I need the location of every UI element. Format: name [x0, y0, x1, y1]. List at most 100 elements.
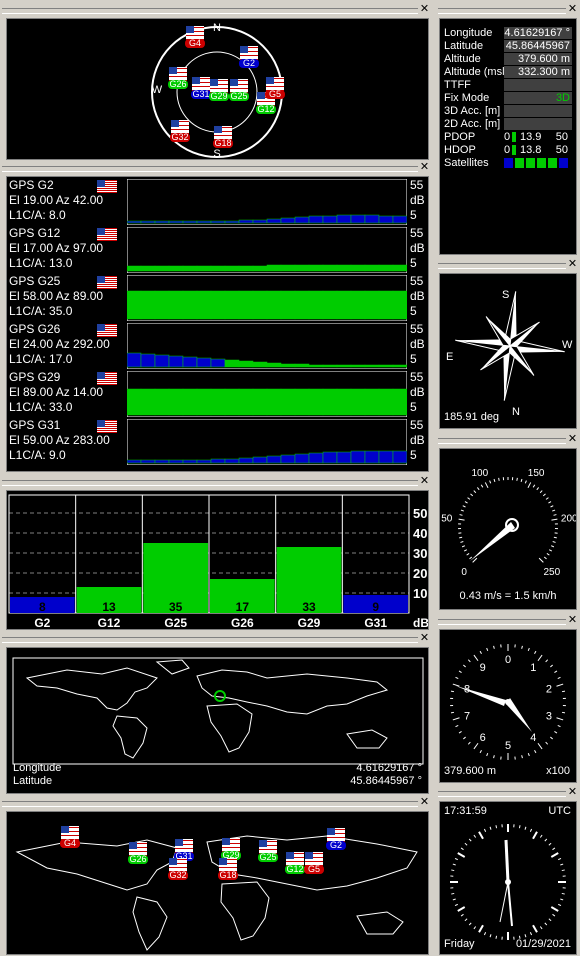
close-icon[interactable]: ✕	[567, 433, 578, 445]
signal-scale-top: 55	[410, 274, 424, 288]
satellite-g4-icon[interactable]: G4	[59, 826, 81, 848]
clock-hour-hand-icon	[504, 839, 510, 883]
signal-sat-l1: L1C/A: 17.0	[9, 352, 73, 366]
bar-value-label: 33	[302, 600, 316, 614]
signal-sat-name: GPS G12	[9, 226, 61, 240]
satellite-g29-icon[interactable]: G29	[220, 838, 242, 860]
satellite-box	[537, 158, 546, 168]
x-tick-label: G12	[98, 616, 121, 629]
info-key: TTFF	[444, 79, 471, 91]
snr-chart-panel: ✕ 50 40 30 20 10 dB 8 G2 13 G12 35 G25 17 G26 33 G29 9 G3…	[0, 475, 432, 630]
altimeter-value: 379.600 m	[444, 765, 496, 777]
compass-rose: S N E W	[446, 289, 573, 418]
satellite-g5-icon[interactable]: G5	[303, 852, 325, 874]
close-icon[interactable]: ✕	[419, 632, 430, 644]
altimeter-tick-label: 9	[480, 662, 486, 674]
pdop-min: 0	[504, 131, 511, 143]
satellite-label: G12	[257, 104, 275, 114]
us-flag-icon	[97, 324, 117, 337]
satellite-label: G32	[169, 870, 187, 880]
satmap-titlebar[interactable]: ✕	[0, 796, 432, 809]
hdop-bar	[512, 145, 516, 155]
us-flag-icon	[97, 180, 117, 193]
altimeter-gauge: 0123456789	[450, 644, 566, 760]
close-icon[interactable]: ✕	[567, 3, 578, 15]
worldmap-screen: Longitude 4.61629167 ° Latitude 45.86445…	[6, 647, 429, 794]
bar-value-label: 9	[372, 600, 379, 614]
snr-chart-titlebar[interactable]: ✕	[0, 475, 432, 488]
signal-sat-position: El 89.00 Az 14.00	[9, 385, 104, 399]
info-key: 2D Acc. [m]	[444, 118, 501, 130]
satellite-g18-icon[interactable]: G18	[217, 858, 239, 880]
skyplot-titlebar[interactable]: ✕	[0, 3, 432, 16]
satellite-label: G18	[214, 138, 232, 148]
signal-scale-unit: dB	[410, 433, 425, 447]
close-icon[interactable]: ✕	[419, 796, 430, 808]
close-icon[interactable]: ✕	[567, 786, 578, 798]
satellite-label: G32	[171, 132, 189, 142]
info-key: 3D Acc. [m]	[444, 105, 501, 117]
info-key: Fix Mode	[444, 92, 490, 104]
info-key: Latitude	[444, 40, 484, 52]
signal-history-graph	[127, 227, 407, 273]
pdop-bar	[512, 132, 516, 142]
signal-scale-unit: dB	[410, 337, 425, 351]
satellite-label: G29	[210, 91, 228, 101]
signal-scale-bottom: 5	[410, 256, 417, 270]
signal-row: GPS G2 El 19.00 Az 42.00 L1C/A: 8.0 55 d…	[7, 179, 428, 225]
signal-scale-top: 55	[410, 322, 424, 336]
satellite-g2-icon[interactable]: G2	[325, 828, 347, 850]
signal-titlebar[interactable]: ✕	[0, 161, 432, 174]
close-icon[interactable]: ✕	[567, 258, 578, 270]
satmap-screen: G4 G26 G31 G29 G25 G2 G32 G18 G12 G5	[6, 811, 429, 955]
close-icon[interactable]: ✕	[419, 161, 430, 173]
compass-panel: ✕ S N E W 185.91 deg	[436, 258, 580, 430]
clock-timezone: UTC	[548, 805, 571, 817]
close-icon[interactable]: ✕	[567, 614, 578, 626]
speed-titlebar[interactable]: ✕	[436, 433, 580, 446]
bar-value-label: 17	[236, 600, 250, 614]
speed-tick-label: 0	[461, 567, 467, 578]
satellite-g32-icon[interactable]: G32	[167, 858, 189, 880]
snr-chart-screen: 50 40 30 20 10 dB 8 G2 13 G12 35 G25 17 G26 33 G29 9 G31	[6, 490, 429, 630]
info-value: 4.61629167 °	[504, 27, 572, 39]
satellite-g18-icon[interactable]: G18	[212, 126, 234, 148]
signal-row: GPS G29 El 89.00 Az 14.00 L1C/A: 33.0 55…	[7, 371, 428, 417]
worldmap-titlebar[interactable]: ✕	[0, 632, 432, 645]
compass-s-label: S	[502, 289, 509, 301]
satellite-g4-icon[interactable]: G4	[184, 26, 206, 48]
satellite-g32-icon[interactable]: G32	[169, 120, 191, 142]
clock-time: 17:31:59	[444, 805, 487, 817]
altimeter-titlebar[interactable]: ✕	[436, 614, 580, 627]
satellite-g25-icon[interactable]: G25	[257, 840, 279, 862]
bar-value-label: 13	[102, 600, 116, 614]
bar-value-label: 35	[169, 600, 183, 614]
satellite-g25-icon[interactable]: G25	[228, 79, 250, 101]
satellite-g5-icon[interactable]: G5	[264, 77, 286, 99]
satellite-g26-icon[interactable]: G26	[127, 842, 149, 864]
compass-titlebar[interactable]: ✕	[436, 258, 580, 271]
info-value	[504, 79, 572, 91]
clock-panel: ✕ 17:31:59 UTC Friday 01/29/2021	[436, 786, 580, 956]
speed-tick-label: 200	[561, 513, 576, 524]
compass-heading: 185.91 deg	[444, 411, 500, 423]
satellite-g26-icon[interactable]: G26	[167, 67, 189, 89]
sky-south-label: S	[213, 148, 220, 159]
info-row: Altitude 379.600 m	[444, 53, 572, 66]
y-tick-label: 10	[413, 586, 427, 601]
satellite-box	[526, 158, 535, 168]
compass-star-icon	[455, 291, 565, 401]
signal-scale-bottom: 5	[410, 400, 417, 414]
signal-row: GPS G31 El 59.00 Az 283.00 L1C/A: 9.0 55…	[7, 419, 428, 465]
pdop-label: PDOP	[444, 131, 476, 143]
info-titlebar[interactable]: ✕	[436, 3, 580, 16]
close-icon[interactable]: ✕	[419, 475, 430, 487]
satellite-box	[515, 158, 524, 168]
satellite-label: G5	[268, 89, 281, 99]
satellite-g2-icon[interactable]: G2	[238, 46, 260, 68]
close-icon[interactable]: ✕	[419, 3, 430, 15]
satellite-g29-icon[interactable]: G29	[208, 79, 230, 101]
signal-sat-name: GPS G25	[9, 274, 61, 288]
clock-titlebar[interactable]: ✕	[436, 786, 580, 799]
signal-scale-top: 55	[410, 418, 424, 432]
